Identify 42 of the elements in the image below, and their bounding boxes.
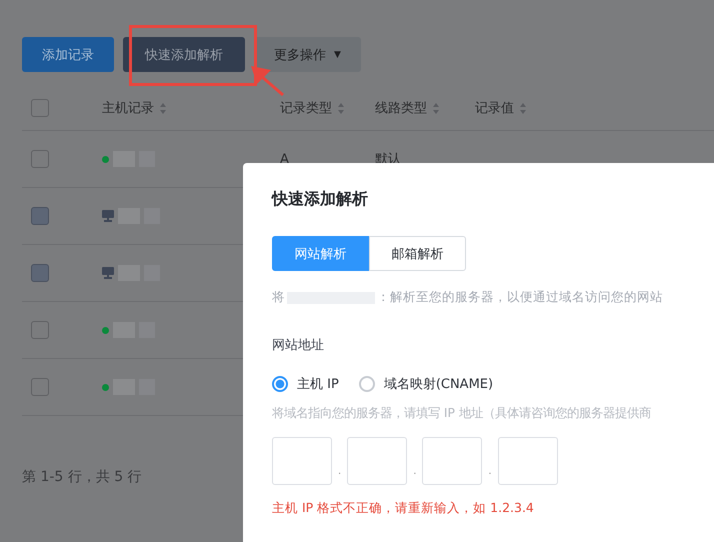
monitor-icon xyxy=(102,267,114,279)
sort-icon[interactable] xyxy=(520,102,526,114)
column-header: 记录值 xyxy=(475,100,514,117)
description-text: 将 xyxy=(272,289,285,306)
radio-icon[interactable] xyxy=(358,376,375,392)
dot-separator: . xyxy=(488,466,492,479)
ip-input-field[interactable] xyxy=(422,437,482,485)
sort-icon[interactable] xyxy=(338,102,344,114)
column-header: 记录类型 xyxy=(280,100,332,117)
dialog-title: 快速添加解析 xyxy=(272,189,369,210)
sort-icon[interactable] xyxy=(160,102,166,114)
quick-add-button[interactable]: 快速添加解析 xyxy=(123,37,245,72)
select-all-checkbox[interactable] xyxy=(31,99,49,117)
pointer-arrow xyxy=(249,64,285,97)
record-type: A xyxy=(280,152,289,166)
row-checkbox[interactable] xyxy=(31,321,49,339)
radio-option[interactable]: 主机 IP xyxy=(272,375,339,393)
description-text: ：解析至您的服务器，以便通过域名访问您的网站 xyxy=(377,289,663,306)
ip-input-field[interactable] xyxy=(347,437,408,485)
status-dot-icon xyxy=(102,156,109,162)
status-dot-icon xyxy=(102,384,109,390)
more-actions-button[interactable]: 更多操作 ▼ xyxy=(254,37,361,72)
dot-separator: . xyxy=(338,466,342,479)
monitor-icon xyxy=(102,210,114,222)
column-header: 主机记录 xyxy=(102,100,154,117)
radio-option[interactable]: 域名映射(CNAME) xyxy=(358,375,494,393)
dot-separator: . xyxy=(413,466,416,479)
row-checkbox[interactable] xyxy=(31,150,49,168)
field-label: 网站地址 xyxy=(272,337,325,354)
pagination-info: 第 1-5 行，共 5 行 xyxy=(22,468,142,486)
radio-icon[interactable] xyxy=(272,376,288,392)
row-checkbox[interactable] xyxy=(31,378,49,396)
sort-icon[interactable] xyxy=(433,102,439,114)
error-message: 主机 IP 格式不正确，请重新输入，如 1.2.3.4 xyxy=(272,500,535,517)
add-record-button[interactable]: 添加记录 xyxy=(22,37,114,72)
tab[interactable]: 网站解析 xyxy=(272,236,369,271)
ip-input-field[interactable] xyxy=(498,437,558,485)
tab[interactable]: 邮箱解析 xyxy=(369,236,466,271)
column-header: 线路类型 xyxy=(375,100,427,117)
hint-text: 将域名指向您的服务器，请填写 IP 地址（具体请咨询您的服务器提供商 xyxy=(272,405,652,422)
status-dot-icon xyxy=(102,326,109,334)
ip-input-field[interactable] xyxy=(272,437,332,485)
